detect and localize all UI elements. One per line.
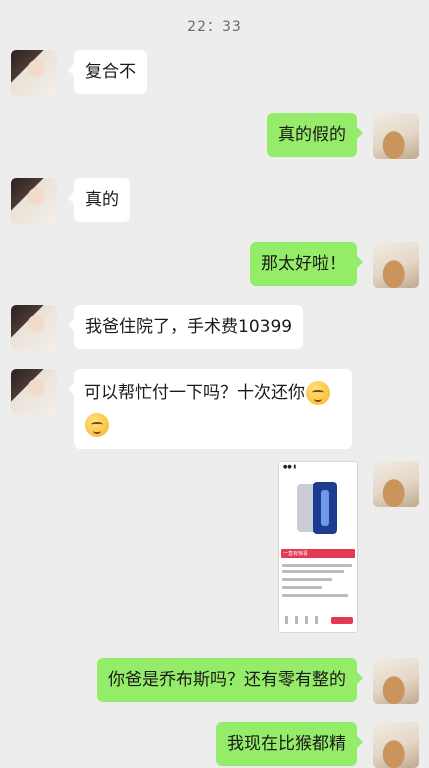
message-text: 复合不	[85, 62, 136, 82]
product-detail-line	[282, 594, 348, 597]
message-bubble-outgoing[interactable]: 那太好啦！	[250, 242, 363, 286]
price-banner-text: 一直有惊喜	[283, 551, 309, 557]
product-detail-line	[282, 578, 332, 581]
message-bubble-incoming[interactable]: 真的	[68, 178, 130, 222]
message-text: 我现在比猴都精	[227, 734, 346, 754]
message-text: 真的	[85, 190, 119, 210]
contact-avatar[interactable]	[11, 369, 57, 415]
message-bubble-incoming[interactable]: 我爸住院了，手术费10399	[67, 305, 304, 349]
message-bubble-outgoing[interactable]: 你爸是乔布斯吗？还有零有整的	[97, 658, 363, 702]
message-text: 我爸住院了，手术费10399	[85, 317, 293, 337]
message-bubble-incoming[interactable]: 可以帮忙付一下吗？十次还你	[68, 369, 352, 449]
product-title-line	[282, 570, 344, 573]
contact-avatar[interactable]	[11, 50, 57, 96]
product-phone-image	[313, 482, 337, 534]
buy-button	[331, 617, 353, 624]
self-avatar[interactable]	[373, 113, 419, 159]
status-bar: ●● ▮	[283, 464, 297, 470]
self-avatar[interactable]	[373, 242, 419, 288]
message-text: 你爸是乔布斯吗？还有零有整的	[108, 670, 346, 690]
contact-avatar[interactable]	[11, 178, 57, 224]
message-bubble-incoming[interactable]: 复合不	[68, 50, 147, 94]
smiling-face-emoji-icon	[306, 381, 330, 405]
message-text: 可以帮忙付一下吗？十次还你	[84, 383, 305, 403]
self-avatar[interactable]	[373, 658, 419, 704]
message-text: 真的假的	[278, 125, 346, 145]
self-avatar[interactable]	[373, 722, 419, 768]
message-bubble-outgoing[interactable]: 我现在比猴都精	[216, 722, 363, 766]
shared-screenshot-image[interactable]: ●● ▮ 一直有惊喜	[278, 461, 358, 633]
product-title-line	[282, 564, 352, 567]
contact-avatar[interactable]	[11, 305, 57, 351]
bottom-nav-icons	[285, 616, 325, 624]
smiling-face-emoji-icon	[85, 413, 109, 437]
message-text: 那太好啦！	[261, 254, 346, 274]
self-avatar[interactable]	[373, 461, 419, 507]
timestamp: 22：33	[187, 19, 242, 35]
message-bubble-outgoing[interactable]: 真的假的	[267, 113, 363, 157]
product-detail-line	[282, 586, 322, 589]
